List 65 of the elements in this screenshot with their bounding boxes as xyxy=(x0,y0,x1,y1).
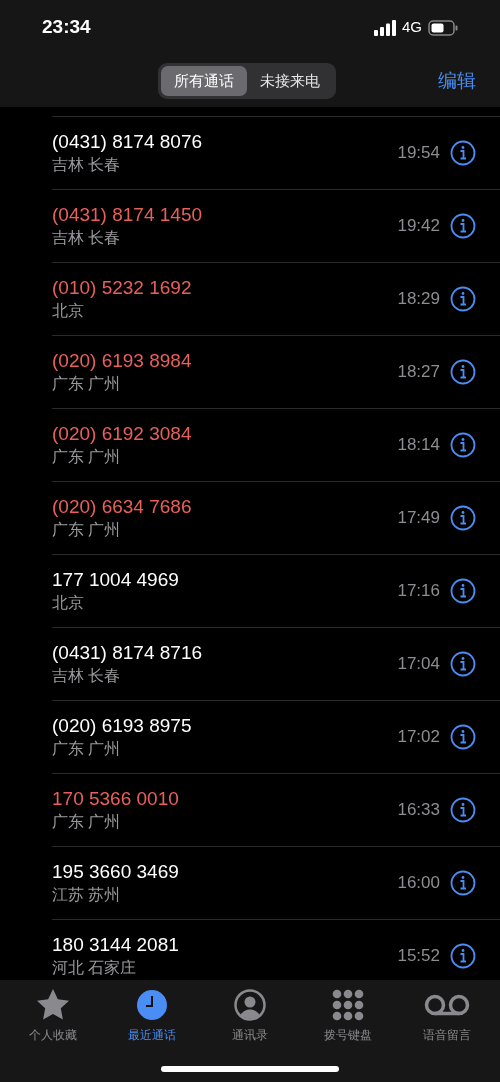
phone-number: (020) 6634 7686 xyxy=(52,495,193,519)
edit-button[interactable]: 编辑 xyxy=(438,66,476,96)
tab-bar-item[interactable]: 个人收藏 xyxy=(8,988,99,1044)
signal-icon xyxy=(374,19,396,36)
clock-icon xyxy=(135,989,168,1021)
info-icon[interactable] xyxy=(450,140,476,166)
voicemail-icon xyxy=(423,993,470,1017)
info-icon[interactable] xyxy=(450,943,476,969)
call-time: 17:16 xyxy=(397,580,440,603)
phone-number: (0431) 8174 8076 xyxy=(52,130,203,154)
call-location: 广东 广州 xyxy=(52,812,122,832)
call-location: 吉林 长春 xyxy=(52,155,122,175)
call-location: 吉林 长春 xyxy=(52,666,122,686)
info-icon[interactable] xyxy=(450,724,476,750)
phone-number: (020) 6193 8984 xyxy=(52,349,193,373)
call-time: 18:29 xyxy=(397,288,440,311)
battery-icon xyxy=(428,19,458,36)
network-label: 4G xyxy=(402,17,422,38)
call-time: 18:14 xyxy=(397,434,440,457)
info-icon[interactable] xyxy=(450,651,476,677)
tab-bar-item[interactable]: 最近通话 xyxy=(106,988,197,1044)
star-icon xyxy=(36,989,71,1021)
call-time: 18:27 xyxy=(397,361,440,384)
phone-number: 170 5366 0010 xyxy=(52,787,180,811)
info-icon[interactable] xyxy=(450,578,476,604)
info-icon[interactable] xyxy=(450,505,476,531)
call-time: 17:49 xyxy=(397,507,440,530)
info-icon[interactable] xyxy=(450,797,476,823)
call-time: 16:33 xyxy=(397,799,440,822)
tab-bar-item[interactable]: 语音留言 xyxy=(401,988,492,1044)
phone-number: (0431) 8174 1450 xyxy=(52,203,203,227)
call-location: 北京 xyxy=(52,301,85,321)
info-icon[interactable] xyxy=(450,432,476,458)
phone-number: (020) 6193 8975 xyxy=(52,714,193,738)
info-icon[interactable] xyxy=(450,359,476,385)
phone-number: 180 3144 2081 xyxy=(52,933,180,957)
contact-icon xyxy=(233,989,266,1021)
call-location: 广东 广州 xyxy=(52,374,122,394)
phone-number: 195 3660 3469 xyxy=(52,860,180,884)
call-time: 19:54 xyxy=(397,142,440,165)
phone-number: (020) 6192 3084 xyxy=(52,422,193,446)
clock-time: 23:34 xyxy=(42,15,91,40)
call-location: 广东 广州 xyxy=(52,520,122,540)
call-time: 17:02 xyxy=(397,726,440,749)
phone-number: 177 1004 4969 xyxy=(52,568,180,592)
call-location: 广东 广州 xyxy=(52,739,122,759)
call-time: 19:42 xyxy=(397,215,440,238)
call-time: 17:04 xyxy=(397,653,440,676)
call-time: 15:52 xyxy=(397,945,440,968)
tab-bar-item[interactable]: 拨号键盘 xyxy=(303,988,394,1044)
call-location: 北京 xyxy=(52,593,85,613)
segment-tab[interactable]: 未接来电 xyxy=(247,66,333,96)
info-icon[interactable] xyxy=(450,213,476,239)
tab-bar-item[interactable]: 通讯录 xyxy=(204,988,295,1044)
info-icon[interactable] xyxy=(450,870,476,896)
info-icon[interactable] xyxy=(450,286,476,312)
phone-number: (0431) 8174 8716 xyxy=(52,641,203,665)
call-location: 广东 广州 xyxy=(52,447,122,467)
segment-tab[interactable]: 所有通话 xyxy=(161,66,247,96)
keypad-icon xyxy=(332,989,365,1021)
call-location: 江苏 苏州 xyxy=(52,885,122,905)
call-location: 河北 石家庄 xyxy=(52,958,138,978)
call-location: 吉林 长春 xyxy=(52,228,122,248)
call-time: 16:00 xyxy=(397,872,440,895)
phone-number: (010) 5232 1692 xyxy=(52,276,193,300)
